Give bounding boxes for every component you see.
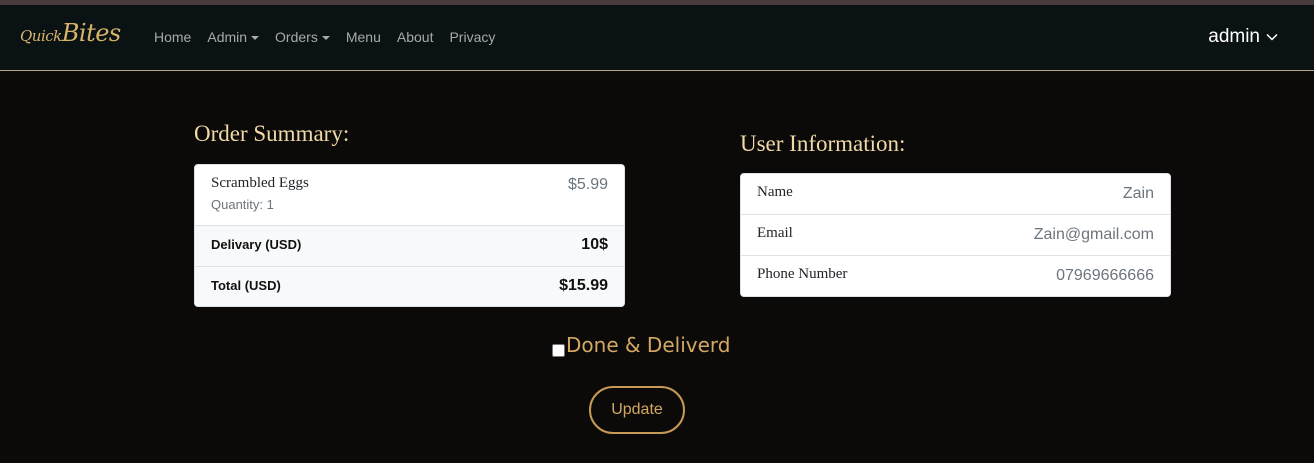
done-delivered-label[interactable]: Done & Deliverd [566,333,730,357]
user-name-row: Name Zain [741,174,1170,215]
total-row: Total (USD) $15.99 [195,267,624,306]
main-nav: Home Admin Orders Menu About Privacy [154,29,511,45]
user-email-value: Zain@gmail.com [1033,226,1154,243]
user-information-title: User Information: [740,131,906,156]
total-value: $15.99 [559,277,608,294]
nav-about[interactable]: About [397,29,434,45]
user-name-label: Name [757,184,793,200]
chevron-down-icon [1266,33,1278,41]
user-email-row: Email Zain@gmail.com [741,215,1170,256]
user-email-label: Email [757,225,793,241]
nav-home-label: Home [154,29,192,45]
nav-menu-label: Menu [345,29,381,45]
done-delivered-field: Done & Deliverd [552,333,730,357]
nav-orders-label: Orders [275,29,318,45]
order-item-quantity: Quantity: 1 [211,197,274,212]
nav-privacy-label: Privacy [449,29,496,45]
user-phone-label: Phone Number [757,266,848,282]
user-information-card: Name Zain Email Zain@gmail.com Phone Num… [740,173,1171,297]
caret-down-icon [321,35,330,40]
caret-down-icon [251,35,260,40]
total-label: Total (USD) [211,278,281,293]
nav-menu[interactable]: Menu [346,29,381,45]
user-phone-value: 07969666666 [1056,267,1154,284]
user-menu-dropdown[interactable]: admin [1208,26,1278,48]
nav-admin-label: Admin [207,29,248,45]
delivery-label: Delivary (USD) [211,237,302,252]
user-name-value: Zain [1122,185,1154,202]
delivery-row: Delivary (USD) 10$ [195,226,624,267]
order-item-price: $5.99 [567,176,608,193]
nav-about-label: About [396,29,434,45]
brand-logo-small: Quick [20,27,62,45]
brand-logo-large: Bites [61,19,121,47]
order-summary-card: Scrambled Eggs Quantity: 1 $5.99 Delivar… [194,164,625,307]
order-item-row: Scrambled Eggs Quantity: 1 $5.99 [195,165,624,226]
done-delivered-checkbox[interactable] [552,343,565,357]
nav-admin-dropdown[interactable]: Admin [207,29,260,45]
user-menu-label: admin [1208,26,1260,47]
order-summary-title: Order Summary: [194,121,350,146]
navbar: QuickBites Home Admin Orders Menu About … [0,5,1314,71]
nav-privacy[interactable]: Privacy [449,29,495,45]
order-item-name: Scrambled Eggs [211,175,309,191]
brand-logo[interactable]: QuickBites [20,19,121,47]
nav-orders-dropdown[interactable]: Orders [275,29,330,45]
nav-home[interactable]: Home [154,29,191,45]
update-button[interactable]: Update [589,386,685,434]
delivery-value: 10$ [581,236,608,253]
user-phone-row: Phone Number 07969666666 [741,256,1170,296]
